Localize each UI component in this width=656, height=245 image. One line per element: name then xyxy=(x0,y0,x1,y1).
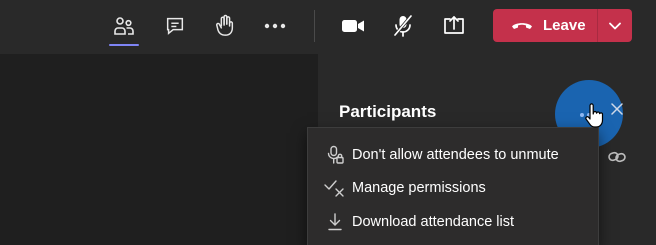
raise-hand-icon[interactable] xyxy=(208,10,242,42)
menu-item-manage-permissions[interactable]: Manage permissions xyxy=(308,173,598,203)
leave-button[interactable]: Leave xyxy=(493,9,597,42)
menu-item-download-attendance[interactable]: Download attendance list xyxy=(308,207,598,237)
mic-lock-icon xyxy=(322,145,348,165)
hand-cursor-icon xyxy=(584,103,604,134)
close-panel-button[interactable] xyxy=(608,102,626,120)
link-icon xyxy=(608,149,626,170)
meeting-toolbar: Leave xyxy=(0,0,656,54)
people-icon[interactable] xyxy=(107,10,141,42)
download-icon xyxy=(322,213,348,231)
share-invite-button[interactable] xyxy=(606,148,628,170)
camera-icon[interactable] xyxy=(336,10,370,42)
leave-label: Leave xyxy=(543,17,586,34)
active-tab-indicator xyxy=(109,44,139,46)
share-screen-icon[interactable] xyxy=(437,10,471,42)
participants-context-menu: Don't allow attendees to unmute Manage p… xyxy=(307,127,599,245)
menu-item-dont-allow-unmute[interactable]: Don't allow attendees to unmute xyxy=(308,140,598,170)
more-actions-icon[interactable] xyxy=(258,10,292,42)
menu-item-label: Download attendance list xyxy=(352,214,515,230)
panel-title: Participants xyxy=(339,102,437,121)
leave-button-group: Leave xyxy=(493,9,632,42)
menu-item-label: Don't allow attendees to unmute xyxy=(352,147,559,163)
menu-item-label: Manage permissions xyxy=(352,180,486,196)
check-x-icon xyxy=(322,179,348,197)
meeting-stage xyxy=(0,54,318,245)
chat-icon[interactable] xyxy=(158,10,192,42)
toolbar-divider xyxy=(314,10,315,42)
hang-up-icon xyxy=(511,17,533,35)
close-icon xyxy=(611,102,623,120)
chevron-down-icon xyxy=(609,17,621,35)
mic-off-icon[interactable] xyxy=(386,10,420,42)
leave-dropdown[interactable] xyxy=(598,9,632,42)
